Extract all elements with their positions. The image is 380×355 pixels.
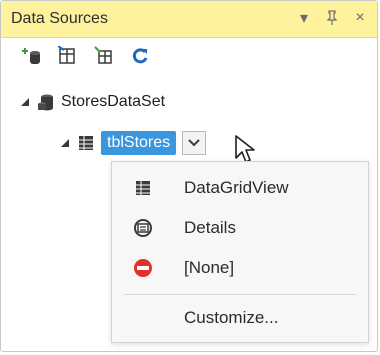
collapse-caret-icon[interactable] <box>59 137 71 149</box>
menu-item-datagridview[interactable]: DataGridView <box>112 168 368 208</box>
tree-node-label: tblStores <box>107 134 171 151</box>
panel-title: Data Sources <box>11 10 108 27</box>
chevron-down-icon <box>188 139 200 147</box>
menu-item-details[interactable]: Details <box>112 208 368 248</box>
tree-node-tblstores[interactable]: tblStores <box>59 131 207 155</box>
configure-dataset-icon[interactable] <box>93 45 115 67</box>
menu-item-label: [None] <box>184 258 235 277</box>
data-sources-panel: Data Sources ▾ × StoresDataSet tblStores… <box>0 0 378 352</box>
close-icon[interactable]: × <box>351 8 369 28</box>
menu-item-none[interactable]: [None] <box>112 248 368 288</box>
panel-titlebar: Data Sources ▾ × <box>1 1 377 38</box>
dataset-icon <box>37 93 55 111</box>
menu-item-label: Details <box>184 218 236 237</box>
refresh-icon[interactable] <box>129 45 151 67</box>
menu-item-customize[interactable]: Customize... <box>112 298 368 338</box>
menu-item-label: DataGridView <box>184 178 289 197</box>
selected-table-label[interactable]: tblStores <box>101 131 177 155</box>
edit-dataset-icon[interactable] <box>57 45 79 67</box>
dropdown-arrow-icon[interactable]: ▾ <box>295 8 313 28</box>
menu-item-label: Customize... <box>184 308 279 327</box>
collapse-caret-icon[interactable] <box>19 96 31 108</box>
tree-node-label: StoresDataSet <box>61 93 166 110</box>
add-new-data-source-icon[interactable] <box>21 45 43 67</box>
panel-toolbar <box>1 38 377 74</box>
tree-node-storesdataset[interactable]: StoresDataSet <box>19 93 165 111</box>
none-icon <box>130 255 156 281</box>
datagrid-icon <box>130 175 156 201</box>
pin-icon-graphic <box>326 10 338 25</box>
control-type-dropdown-button[interactable] <box>182 131 207 155</box>
title-actions: ▾ × <box>295 8 369 28</box>
control-type-menu: DataGridView Details [None] Customize... <box>111 161 369 343</box>
menu-separator <box>124 294 356 295</box>
datagrid-icon <box>77 134 95 152</box>
pin-icon[interactable] <box>323 8 341 28</box>
details-icon <box>130 215 156 241</box>
